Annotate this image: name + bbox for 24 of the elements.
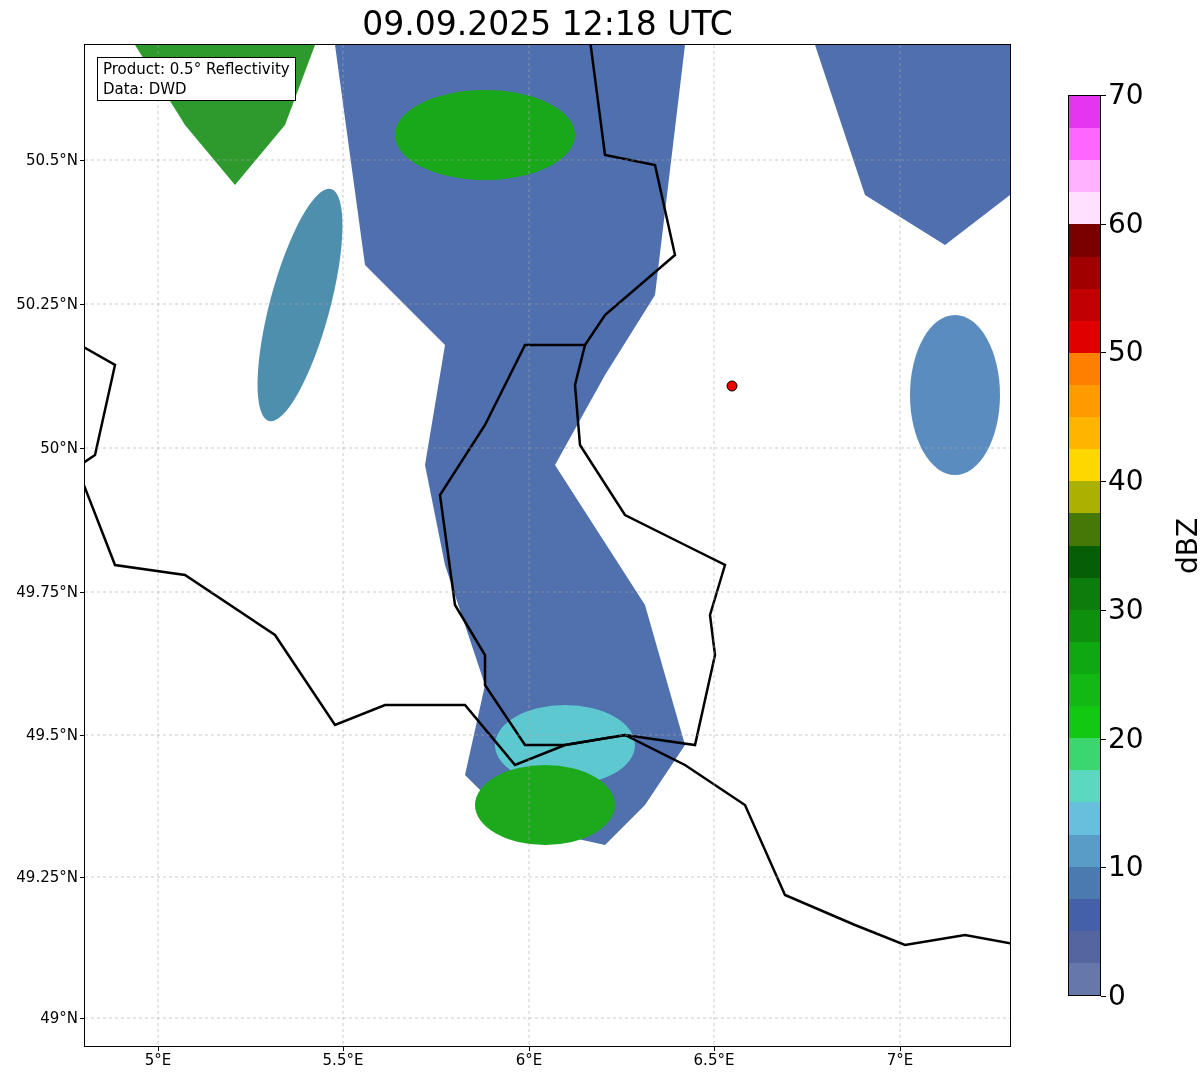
longitude-label: 5.5°E [321,1051,365,1069]
latitude-label: 50.25°N [16,295,78,313]
longitude-label: 6.5°E [692,1051,736,1069]
latitude-label: 49.75°N [16,583,78,601]
colorbar-tick-label: 10 [1108,851,1144,884]
longitude-label: 5°E [143,1051,173,1069]
colorbar-tick-label: 60 [1108,207,1144,240]
colorbar-tick-label: 50 [1108,336,1144,369]
chart-title: 09.09.2025 12:18 UTC [361,4,734,44]
colorbar-tick-label: 20 [1108,722,1144,755]
colorbar-label: dBZ [1172,516,1202,576]
colorbar-tick-label: 0 [1108,980,1126,1012]
longitude-label: 7°E [885,1051,915,1069]
latitude-label: 49.25°N [16,868,78,886]
latitude-label: 50°N [40,439,78,457]
latitude-label: 50.5°N [25,151,78,169]
latitude-label: 49°N [40,1009,78,1027]
colorbar-tick-label: 40 [1108,465,1144,498]
legend-text: Product: 0.5° Reflectivity [103,59,290,79]
longitude-label: 6°E [514,1051,544,1069]
colorbar-tick-label: 30 [1108,593,1144,626]
colorbar-tick-label: 70 [1108,79,1144,111]
legend-text: Data: DWD [103,79,188,99]
latitude-label: 49.5°N [25,726,78,744]
